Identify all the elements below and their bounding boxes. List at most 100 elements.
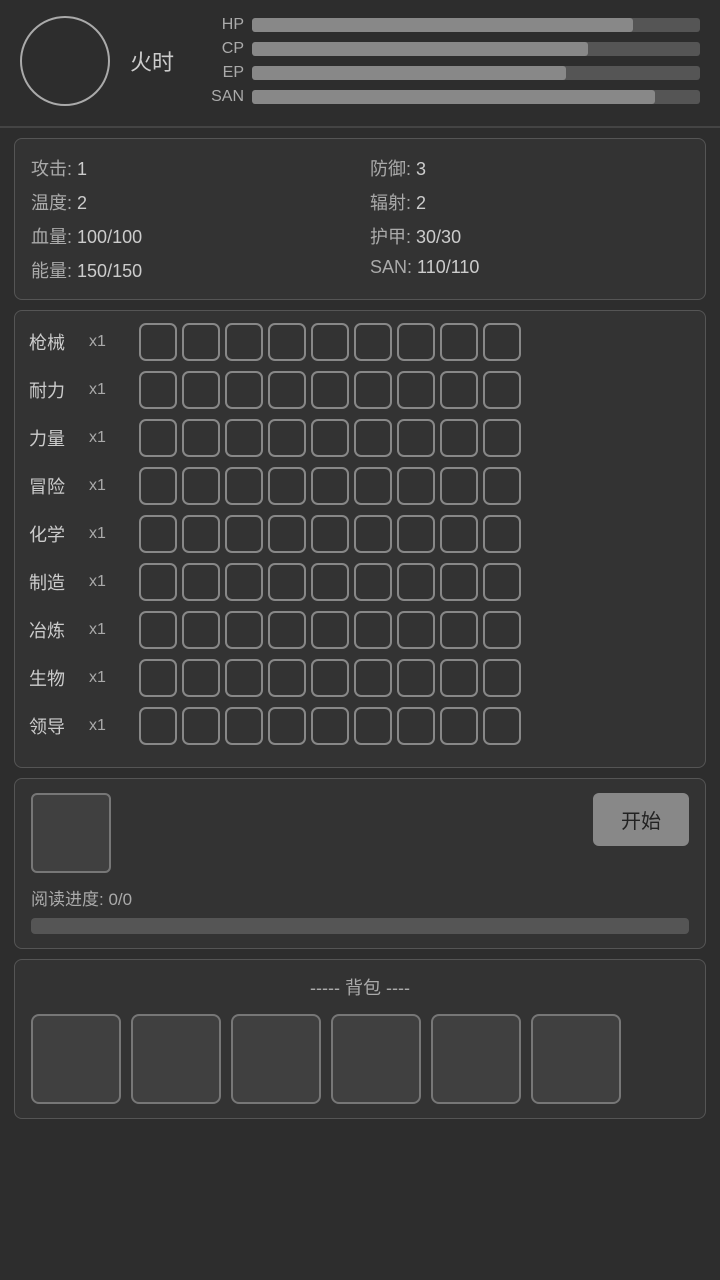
- skill-box[interactable]: [225, 707, 263, 745]
- skill-box[interactable]: [397, 371, 435, 409]
- skill-box[interactable]: [311, 323, 349, 361]
- skill-box[interactable]: [225, 323, 263, 361]
- skill-mult: x1: [89, 525, 129, 543]
- header-divider: [0, 126, 720, 128]
- backpack-slot[interactable]: [531, 1014, 621, 1104]
- skill-box[interactable]: [225, 515, 263, 553]
- skill-box[interactable]: [139, 515, 177, 553]
- skill-boxes: [139, 323, 521, 361]
- skill-box[interactable]: [397, 467, 435, 505]
- skill-box[interactable]: [440, 419, 478, 457]
- skill-box[interactable]: [397, 707, 435, 745]
- skill-box[interactable]: [311, 419, 349, 457]
- skill-box[interactable]: [182, 515, 220, 553]
- skill-box[interactable]: [354, 419, 392, 457]
- backpack-slot[interactable]: [131, 1014, 221, 1104]
- skill-box[interactable]: [440, 659, 478, 697]
- skill-box[interactable]: [139, 419, 177, 457]
- skill-box[interactable]: [139, 659, 177, 697]
- skill-row-冶炼: 冶炼 x1: [29, 611, 691, 649]
- skill-box[interactable]: [354, 515, 392, 553]
- skill-box[interactable]: [139, 467, 177, 505]
- skill-box[interactable]: [225, 371, 263, 409]
- skill-mult: x1: [89, 429, 129, 447]
- skill-box[interactable]: [354, 659, 392, 697]
- skill-box[interactable]: [139, 611, 177, 649]
- bar-track-san: [252, 90, 700, 104]
- skill-box[interactable]: [182, 707, 220, 745]
- start-button[interactable]: 开始: [593, 793, 689, 846]
- skill-box[interactable]: [440, 323, 478, 361]
- skill-box[interactable]: [354, 611, 392, 649]
- skill-box[interactable]: [483, 371, 521, 409]
- skill-box[interactable]: [182, 371, 220, 409]
- skill-box[interactable]: [268, 611, 306, 649]
- skill-box[interactable]: [139, 371, 177, 409]
- skill-boxes: [139, 467, 521, 505]
- skill-box[interactable]: [182, 563, 220, 601]
- bar-label-ep: EP: [204, 64, 244, 82]
- skill-box[interactable]: [182, 467, 220, 505]
- skill-box[interactable]: [440, 707, 478, 745]
- skill-box[interactable]: [483, 323, 521, 361]
- skill-box[interactable]: [483, 659, 521, 697]
- backpack-grid: [31, 1014, 689, 1104]
- skill-box[interactable]: [268, 707, 306, 745]
- skill-box[interactable]: [483, 419, 521, 457]
- skill-box[interactable]: [225, 419, 263, 457]
- skill-box[interactable]: [182, 611, 220, 649]
- skill-box[interactable]: [311, 611, 349, 649]
- skill-box[interactable]: [483, 515, 521, 553]
- skill-box[interactable]: [483, 563, 521, 601]
- skill-box[interactable]: [268, 323, 306, 361]
- skill-box[interactable]: [440, 371, 478, 409]
- skill-box[interactable]: [397, 659, 435, 697]
- skill-box[interactable]: [397, 611, 435, 649]
- skill-box[interactable]: [440, 467, 478, 505]
- skill-box[interactable]: [440, 515, 478, 553]
- skill-box[interactable]: [225, 467, 263, 505]
- skill-row-领导: 领导 x1: [29, 707, 691, 745]
- skill-box[interactable]: [268, 563, 306, 601]
- skill-box[interactable]: [311, 707, 349, 745]
- skill-box[interactable]: [397, 323, 435, 361]
- skill-box[interactable]: [268, 419, 306, 457]
- skill-box[interactable]: [182, 419, 220, 457]
- skill-box[interactable]: [483, 707, 521, 745]
- skill-box[interactable]: [225, 563, 263, 601]
- skill-box[interactable]: [225, 611, 263, 649]
- skill-box[interactable]: [311, 563, 349, 601]
- skill-box[interactable]: [139, 563, 177, 601]
- skill-box[interactable]: [354, 563, 392, 601]
- skill-box[interactable]: [139, 707, 177, 745]
- skill-box[interactable]: [268, 515, 306, 553]
- skill-box[interactable]: [483, 467, 521, 505]
- skill-box[interactable]: [354, 323, 392, 361]
- skill-box[interactable]: [182, 323, 220, 361]
- skill-box[interactable]: [354, 467, 392, 505]
- skill-row-制造: 制造 x1: [29, 563, 691, 601]
- skill-box[interactable]: [139, 323, 177, 361]
- skill-box[interactable]: [311, 515, 349, 553]
- skill-box[interactable]: [440, 563, 478, 601]
- skill-box[interactable]: [268, 371, 306, 409]
- backpack-slot[interactable]: [431, 1014, 521, 1104]
- skill-box[interactable]: [397, 515, 435, 553]
- skill-box[interactable]: [311, 467, 349, 505]
- skill-box[interactable]: [182, 659, 220, 697]
- skill-box[interactable]: [483, 611, 521, 649]
- backpack-slot[interactable]: [231, 1014, 321, 1104]
- skill-box[interactable]: [397, 419, 435, 457]
- skill-box[interactable]: [311, 659, 349, 697]
- skill-box[interactable]: [440, 611, 478, 649]
- skill-box[interactable]: [268, 659, 306, 697]
- skill-box[interactable]: [354, 371, 392, 409]
- skill-box[interactable]: [397, 563, 435, 601]
- skill-box[interactable]: [311, 371, 349, 409]
- skill-box[interactable]: [225, 659, 263, 697]
- skill-box[interactable]: [354, 707, 392, 745]
- skill-box[interactable]: [268, 467, 306, 505]
- backpack-slot[interactable]: [31, 1014, 121, 1104]
- backpack-slot[interactable]: [331, 1014, 421, 1104]
- radiation-value: 2: [416, 193, 426, 213]
